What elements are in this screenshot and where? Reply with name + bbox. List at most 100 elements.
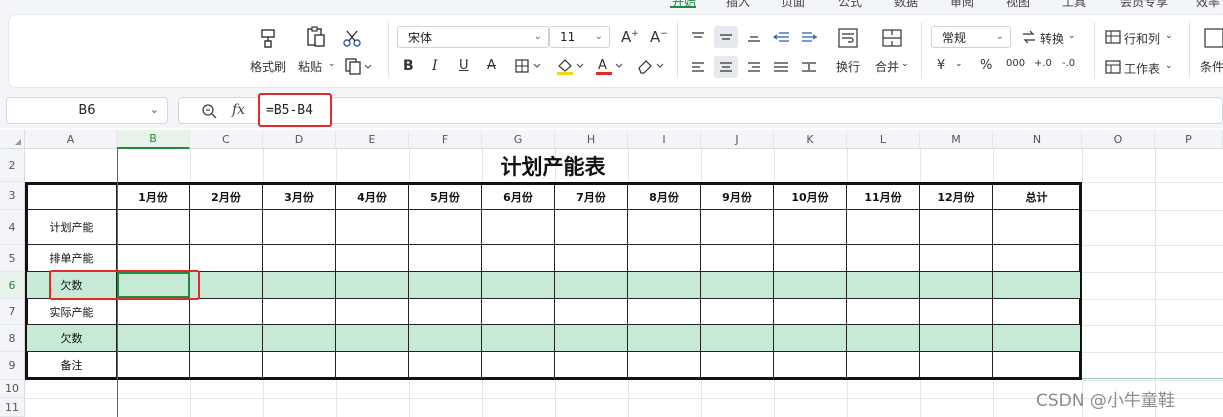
- tab-insert[interactable]: 插入: [726, 0, 750, 8]
- table-cell[interactable]: [190, 325, 263, 352]
- formula-text[interactable]: =B5-B4: [258, 93, 332, 127]
- table-cell[interactable]: [555, 352, 628, 378]
- decimal-increase-icon[interactable]: +.0: [1034, 58, 1052, 69]
- align-top-icon[interactable]: [690, 30, 706, 44]
- table-cell[interactable]: [774, 245, 847, 272]
- row-header-8[interactable]: 8: [0, 325, 25, 352]
- tab-view[interactable]: 视图: [1006, 0, 1030, 8]
- tab-page[interactable]: 页面: [781, 0, 805, 8]
- table-cell[interactable]: [993, 245, 1080, 272]
- fill-color-icon[interactable]: [554, 56, 586, 76]
- column-header-m[interactable]: M: [920, 130, 993, 149]
- row-header-9[interactable]: 9: [0, 352, 25, 380]
- table-cell[interactable]: [774, 299, 847, 325]
- table-cell[interactable]: [263, 352, 336, 378]
- currency-icon[interactable]: ¥: [937, 58, 945, 73]
- row-header-11[interactable]: 11: [0, 398, 25, 417]
- table-cell[interactable]: [774, 325, 847, 352]
- table-cell[interactable]: [628, 352, 701, 378]
- table-cell[interactable]: [409, 245, 482, 272]
- table-header-cell[interactable]: 1月份: [117, 184, 190, 210]
- table-cell[interactable]: [847, 325, 920, 352]
- table-cell[interactable]: [117, 299, 190, 325]
- table-cell[interactable]: [190, 272, 263, 299]
- table-header-cell[interactable]: 11月份: [847, 184, 920, 210]
- table-cell[interactable]: [920, 352, 993, 378]
- table-cell[interactable]: [117, 245, 190, 272]
- column-header-p[interactable]: P: [1155, 130, 1223, 149]
- table-cell[interactable]: [336, 272, 409, 299]
- table-cell[interactable]: [263, 272, 336, 299]
- align-bottom-icon[interactable]: [746, 30, 762, 44]
- wrap-text-icon[interactable]: [836, 26, 860, 50]
- table-cell[interactable]: [555, 299, 628, 325]
- table-cell[interactable]: [555, 210, 628, 245]
- font-grow-icon[interactable]: A+: [621, 28, 639, 46]
- table-cell[interactable]: [993, 325, 1080, 352]
- font-size-select[interactable]: 11 ⌄: [549, 26, 610, 48]
- table-cell[interactable]: [336, 299, 409, 325]
- table-cell[interactable]: [409, 299, 482, 325]
- column-header-k[interactable]: K: [774, 130, 847, 149]
- format-painter-label[interactable]: 格式刷: [250, 58, 286, 75]
- table-cell[interactable]: [920, 272, 993, 299]
- column-header-n[interactable]: N: [993, 130, 1082, 149]
- row-label-cell[interactable]: 计划产能: [27, 210, 117, 245]
- table-cell[interactable]: [263, 325, 336, 352]
- clear-format-icon[interactable]: [634, 56, 666, 76]
- row-header-2[interactable]: 2: [0, 149, 25, 182]
- table-cell[interactable]: [993, 299, 1080, 325]
- convert-label[interactable]: 转换: [1040, 30, 1064, 47]
- tab-member[interactable]: 会员专享: [1120, 0, 1168, 8]
- table-cell[interactable]: [555, 245, 628, 272]
- italic-icon[interactable]: I: [432, 58, 438, 74]
- row-header-7[interactable]: 7: [0, 299, 25, 325]
- row-label-cell[interactable]: 实际产能: [27, 299, 117, 325]
- merge-chevron-down-icon[interactable]: ⌄: [901, 59, 909, 69]
- table-header-cell[interactable]: 4月份: [336, 184, 409, 210]
- convert-chevron-down-icon[interactable]: ⌄: [1068, 31, 1076, 41]
- column-header-a[interactable]: A: [25, 130, 117, 149]
- table-cell[interactable]: [190, 299, 263, 325]
- sheet-title[interactable]: 计划产能表: [25, 150, 1081, 182]
- row-header-6[interactable]: 6: [0, 272, 25, 299]
- table-cell[interactable]: [993, 352, 1080, 378]
- row-label-cell[interactable]: 排单产能: [27, 245, 117, 272]
- table-cell[interactable]: [482, 352, 555, 378]
- decimal-decrease-icon[interactable]: -.0: [1062, 58, 1075, 69]
- table-cell[interactable]: [263, 299, 336, 325]
- table-header-cell[interactable]: 总计: [993, 184, 1080, 210]
- table-header-cell[interactable]: 3月份: [263, 184, 336, 210]
- table-cell[interactable]: [701, 325, 774, 352]
- table-cell[interactable]: [701, 299, 774, 325]
- align-left-icon[interactable]: [690, 60, 706, 74]
- table-header-cell[interactable]: 2月份: [190, 184, 263, 210]
- table-cell[interactable]: [774, 352, 847, 378]
- table-cell[interactable]: [628, 299, 701, 325]
- wrap-text-label[interactable]: 换行: [836, 58, 860, 75]
- formula-input[interactable]: [178, 97, 1223, 124]
- row-label-cell[interactable]: 欠数: [27, 325, 117, 352]
- tab-tools[interactable]: 工具: [1062, 0, 1086, 8]
- percent-icon[interactable]: %: [980, 58, 992, 73]
- column-header-o[interactable]: O: [1082, 130, 1155, 149]
- table-cell[interactable]: [336, 245, 409, 272]
- tab-review[interactable]: 审阅: [950, 0, 974, 8]
- underline-icon[interactable]: U: [459, 58, 469, 73]
- column-header-e[interactable]: E: [336, 130, 409, 149]
- table-cell[interactable]: [847, 272, 920, 299]
- table-cell[interactable]: [774, 210, 847, 245]
- rows-cols-label[interactable]: 行和列: [1124, 30, 1160, 47]
- border-icon[interactable]: [513, 58, 543, 74]
- name-box[interactable]: B6 ⌄: [6, 97, 168, 124]
- table-cell[interactable]: [555, 325, 628, 352]
- column-header-j[interactable]: J: [701, 130, 774, 149]
- table-cell[interactable]: [701, 245, 774, 272]
- row-header-10[interactable]: 10: [0, 380, 25, 398]
- table-header-cell[interactable]: 10月份: [774, 184, 847, 210]
- table-header-cell[interactable]: 8月份: [628, 184, 701, 210]
- align-right-icon[interactable]: [746, 60, 762, 74]
- table-cell[interactable]: [847, 352, 920, 378]
- table-header-cell[interactable]: 12月份: [920, 184, 993, 210]
- paste-icon[interactable]: [303, 24, 329, 50]
